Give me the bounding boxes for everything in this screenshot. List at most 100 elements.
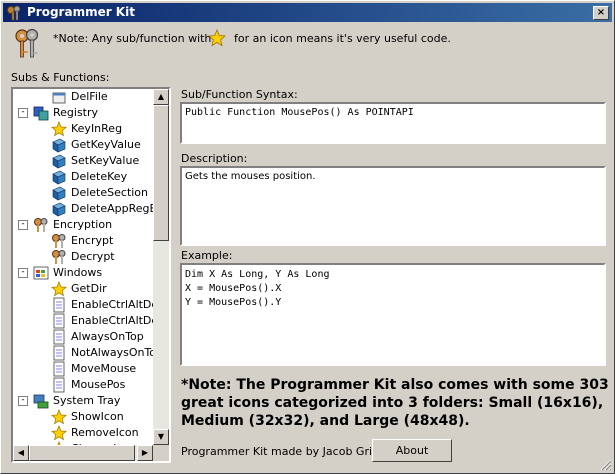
scroll-up-button[interactable]: ▲ [153, 89, 169, 105]
registry-cube-icon [51, 185, 67, 201]
tree-item[interactable]: DeleteKey [13, 169, 153, 185]
subs-functions-label: Subs & Functions: [11, 71, 110, 84]
syntax-field[interactable]: Public Function MousePos() As POINTAPI [180, 102, 606, 144]
scroll-corner [153, 445, 169, 461]
tree-item[interactable]: DeleteSection [13, 185, 153, 201]
tree-item[interactable]: DelFile [13, 89, 153, 105]
about-button[interactable]: About [372, 439, 452, 462]
tree-item[interactable]: KeyInReg [13, 121, 153, 137]
credit-text: Programmer Kit made by Jacob Grice. [181, 445, 389, 458]
tree-item[interactable]: EnableCtrlAltDel [13, 313, 161, 329]
tree-item-label: System Tray [53, 394, 121, 407]
star-icon [51, 281, 67, 297]
document-icon [51, 297, 67, 313]
document-icon [51, 313, 67, 329]
document-icon [51, 329, 67, 345]
registry-cube-icon [51, 201, 67, 217]
tree-item-label: Encryption [53, 218, 113, 231]
window-title: Programmer Kit [27, 5, 135, 19]
syntax-label: Sub/Function Syntax: [181, 88, 298, 101]
useful-code-note: *Note: Any sub/function with a [53, 32, 222, 45]
tree-item-label: EnableCtrlAltDel [71, 298, 162, 311]
star-icon [208, 29, 226, 47]
resize-grip-icon[interactable] [600, 459, 612, 471]
tree-item[interactable]: AlwaysOnTop [13, 329, 153, 345]
tree-vertical-scrollbar[interactable]: ▲ ▼ [153, 89, 169, 445]
keys-icon [7, 5, 21, 21]
vertical-scroll-thumb[interactable] [153, 105, 169, 241]
collapse-toggle[interactable]: - [18, 220, 28, 230]
star-icon [51, 409, 67, 425]
tree-item-label: AlwaysOnTop [71, 330, 144, 343]
tree-item-label: KeyInReg [71, 122, 123, 135]
registry-cube-icon [51, 169, 67, 185]
tree-item-label: Encrypt [71, 234, 114, 247]
example-line: X = MousePos().X [185, 283, 282, 294]
tree-item[interactable]: EnableCtrlAltDel [13, 297, 161, 313]
tree-item[interactable]: - Encryption [13, 217, 153, 233]
tree-item-label: Decrypt [71, 250, 115, 263]
keys-icon [15, 28, 39, 58]
tree-item[interactable]: - Windows [13, 265, 153, 281]
star-icon [51, 121, 67, 137]
tree-item[interactable]: GetDir [13, 281, 153, 297]
useful-code-note-suffix: for an icon means it's very useful code. [234, 32, 451, 45]
registry-icon [33, 105, 49, 121]
tree-item-label: DelFile [71, 90, 108, 103]
subs-functions-tree[interactable]: DelFile - Registry KeyInReg GetKeyValue SetKe… [11, 87, 171, 463]
registry-cube-icon [51, 153, 67, 169]
tree-item[interactable]: Decrypt [13, 249, 153, 265]
programmer-kit-window: Programmer Kit × *Note: Any sub/function… [0, 0, 615, 474]
keys-icon [51, 249, 67, 265]
tree-item[interactable]: MousePos [13, 377, 153, 393]
tree-item-label: DeleteKey [71, 170, 128, 183]
description-field[interactable]: Gets the mouses position. [180, 166, 606, 246]
tree-item[interactable]: ShowIcon [13, 409, 153, 425]
tree-item-label: RemoveIcon [71, 426, 139, 439]
tree-item-label: SetKeyValue [71, 154, 140, 167]
example-field[interactable]: Dim X As Long, Y As Long X = MousePos().… [180, 263, 606, 366]
keys-icon [33, 217, 49, 233]
icons-note: *Note: The Programmer Kit also comes wit… [181, 377, 609, 429]
tree-item[interactable]: RemoveIcon [13, 425, 153, 441]
document-icon [51, 361, 67, 377]
example-line: Dim X As Long, Y As Long [185, 269, 330, 280]
tree-item[interactable]: MoveMouse [13, 361, 153, 377]
tree-item[interactable]: NotAlwaysOnTop [13, 345, 163, 361]
tree-item-label: Windows [53, 266, 103, 279]
tree-item-label: DeleteSection [71, 186, 149, 199]
tree-item-label: Registry [53, 106, 99, 119]
star-icon [51, 425, 67, 441]
tree-horizontal-scrollbar[interactable]: ◀ ▶ [13, 445, 153, 461]
title-bar[interactable]: Programmer Kit × [3, 3, 612, 22]
system-tray-icon [33, 393, 49, 409]
example-line: Y = MousePos().Y [185, 297, 282, 308]
windows-icon [33, 265, 49, 281]
tree-item[interactable]: - System Tray [13, 393, 153, 409]
file-icon [51, 89, 67, 105]
scroll-down-button[interactable]: ▼ [153, 429, 169, 445]
collapse-toggle[interactable]: - [18, 108, 28, 118]
document-icon [51, 345, 67, 361]
tree-item[interactable]: GetKeyValue [13, 137, 153, 153]
description-label: Description: [181, 152, 248, 165]
close-button[interactable]: × [593, 6, 609, 20]
scroll-right-button[interactable]: ▶ [137, 445, 153, 461]
tree-item-label: ShowIcon [71, 410, 124, 423]
scroll-left-button[interactable]: ◀ [13, 445, 29, 461]
horizontal-scroll-thumb[interactable] [29, 445, 135, 461]
tree-item[interactable]: DeleteAppRegEnt [13, 201, 168, 217]
example-label: Example: [181, 249, 233, 262]
document-icon [51, 377, 67, 393]
tree-item[interactable]: - Registry [13, 105, 153, 121]
tree-item[interactable]: SetKeyValue [13, 153, 153, 169]
collapse-toggle[interactable]: - [18, 268, 28, 278]
tree-item-label: GetDir [71, 282, 107, 295]
tree-item-label: NotAlwaysOnTop [71, 346, 164, 359]
keys-icon [51, 233, 67, 249]
collapse-toggle[interactable]: - [18, 396, 28, 406]
tree-item-label: EnableCtrlAltDel [71, 314, 162, 327]
tree-item[interactable]: Encrypt [13, 233, 153, 249]
registry-cube-icon [51, 137, 67, 153]
tree-item-label: MousePos [71, 378, 126, 391]
